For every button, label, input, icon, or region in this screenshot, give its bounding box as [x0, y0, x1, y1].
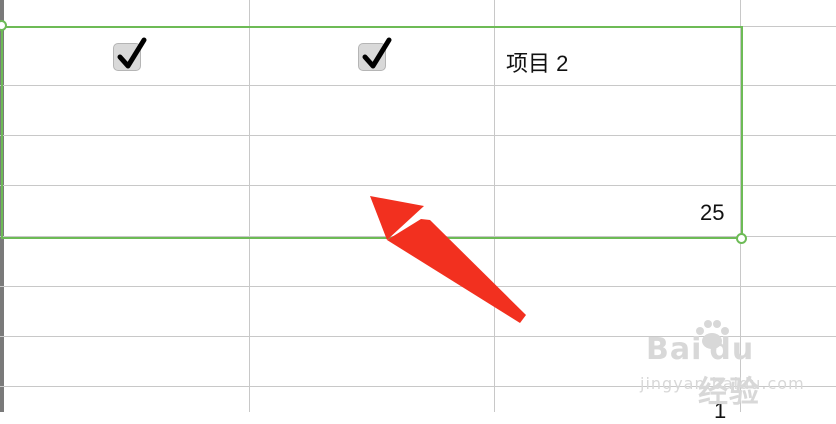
spreadsheet-grid: 项目 2 25 1 Bai du经验 jingyan.baidu.com — [0, 0, 836, 423]
baidu-watermark: Bai du经验 jingyan.baidu.com — [640, 318, 804, 410]
watermark-url: jingyan.baidu.com — [640, 374, 805, 393]
watermark-brand: Bai du经验 — [646, 332, 760, 410]
